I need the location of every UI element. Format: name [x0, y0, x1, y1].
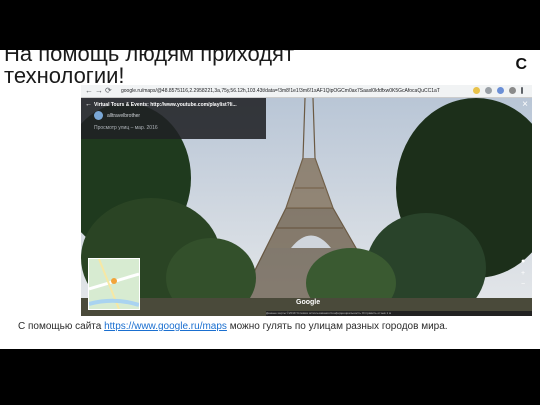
caption: С помощью сайта https://www.google.ru/ma… — [18, 321, 538, 332]
slide: На помощь людям приходят технологии! С ←… — [0, 50, 540, 349]
map-thumbnail-icon — [89, 259, 139, 309]
extension-icon[interactable] — [497, 87, 504, 94]
zoom-in-icon[interactable]: + — [521, 270, 528, 277]
forward-arrow-icon[interactable]: → — [95, 86, 103, 96]
author-avatar[interactable] — [94, 111, 103, 120]
author-name[interactable]: alltravelbrother — [107, 113, 140, 119]
caption-text-before: С помощью сайта — [18, 321, 105, 332]
map-footer: Данные карты ©2019 Условия использования… — [266, 311, 532, 316]
street-view-panorama[interactable]: ← Virtual Tours & Events: http://www.you… — [81, 98, 532, 316]
profile-icon[interactable] — [509, 87, 516, 94]
capture-date: Просмотр улиц – мар. 2016 — [94, 125, 158, 131]
zoom-out-icon[interactable]: − — [521, 281, 528, 288]
close-icon[interactable]: × — [522, 99, 528, 110]
pegman-icon[interactable]: ● — [521, 258, 528, 265]
maps-link[interactable]: https://www.google.ru/maps — [104, 321, 227, 332]
google-logo: Google — [296, 299, 321, 306]
address-bar: ← → ⟳ google.ru/maps/@48.8575116,2.29582… — [81, 85, 532, 98]
extension-icon[interactable] — [485, 87, 492, 94]
back-arrow-icon[interactable]: ← — [85, 86, 93, 96]
url-field[interactable]: google.ru/maps/@48.8575116,2.2958221,3a,… — [121, 87, 461, 95]
tour-title[interactable]: Virtual Tours & Events: http://www.youtu… — [94, 102, 262, 108]
minimap[interactable] — [88, 258, 140, 310]
info-card: ← Virtual Tours & Events: http://www.you… — [81, 98, 266, 139]
corner-letter: С — [515, 56, 527, 73]
back-arrow-icon[interactable]: ← — [85, 101, 92, 108]
caption-text-after: можно гулять по улицам разных городов ми… — [226, 321, 448, 332]
browser-screenshot: ← → ⟳ google.ru/maps/@48.8575116,2.29582… — [81, 85, 532, 316]
slide-title: На помощь людям приходят технологии! — [4, 50, 295, 88]
extension-icon[interactable] — [473, 87, 480, 94]
reload-icon[interactable]: ⟳ — [105, 86, 112, 96]
menu-icon[interactable] — [521, 87, 523, 94]
